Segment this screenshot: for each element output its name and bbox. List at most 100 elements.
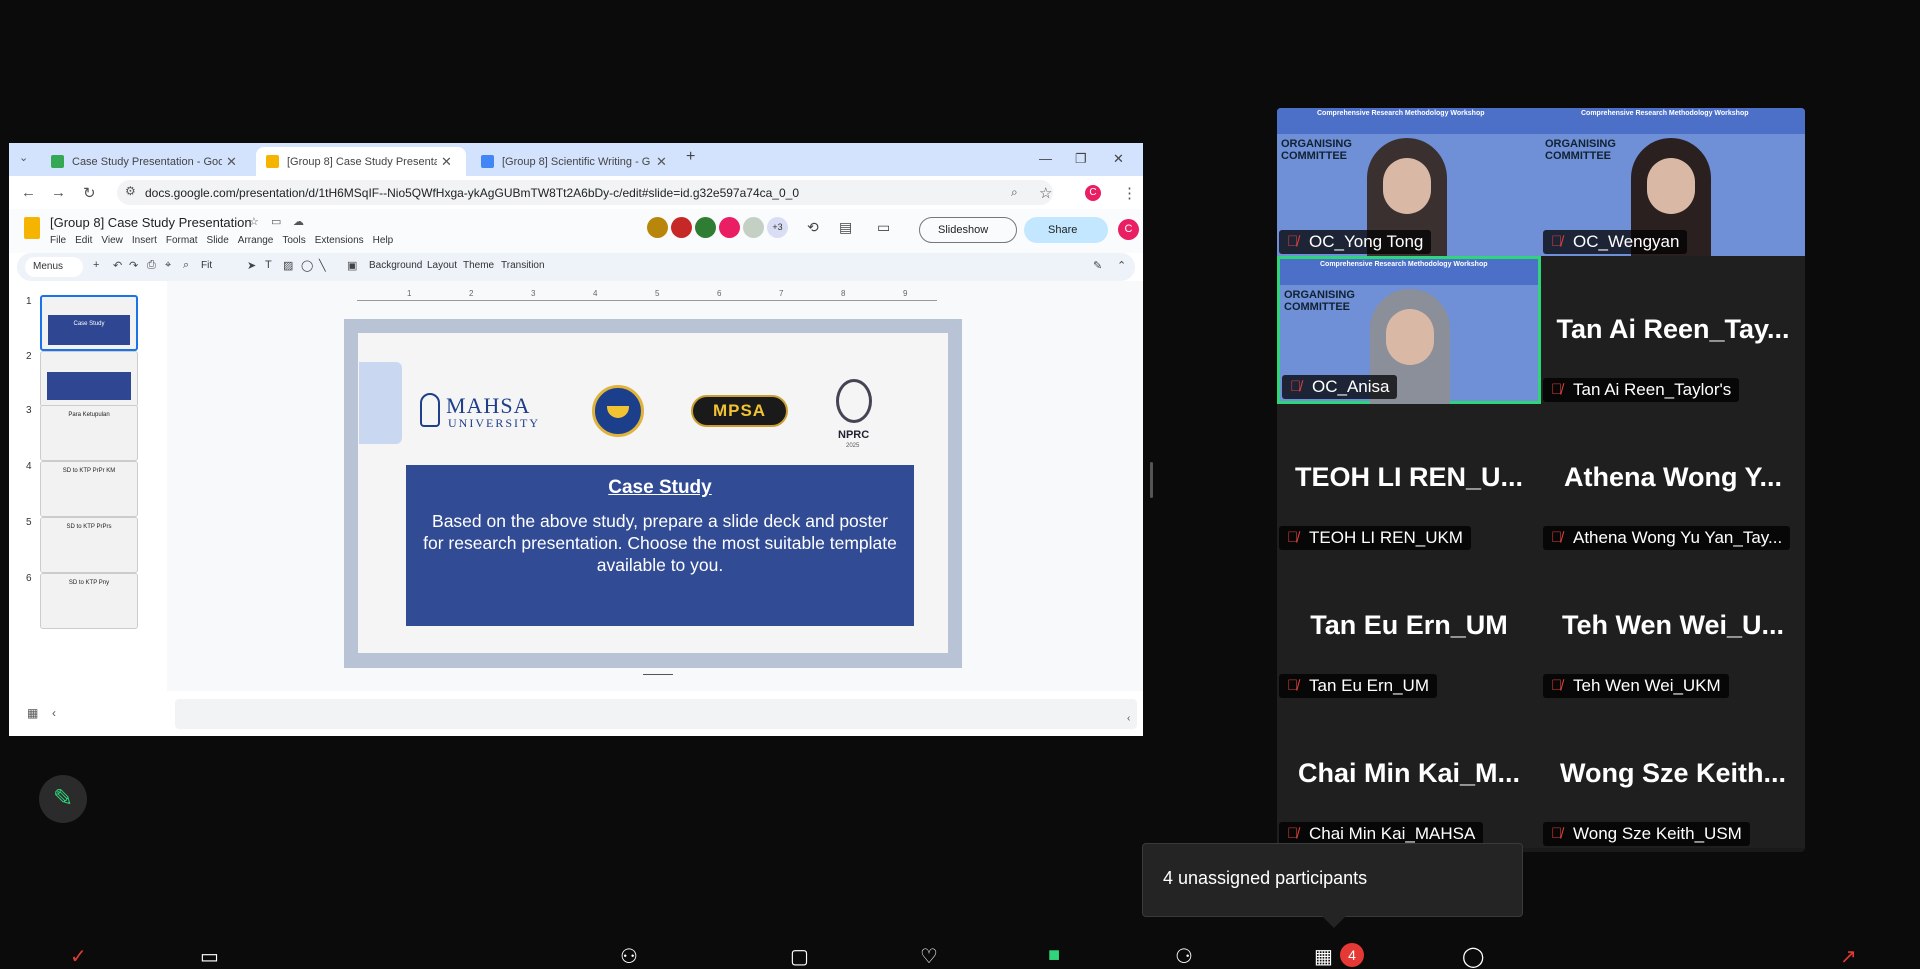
zoom-select[interactable]: Fit xyxy=(201,260,212,271)
pen-mode-icon[interactable]: ✎ xyxy=(1093,259,1102,272)
slide-thumbnail-5[interactable]: SD to KTP PrPrs xyxy=(40,517,138,573)
menu-view[interactable]: View xyxy=(101,235,123,246)
zoom-icon[interactable]: ⌕ xyxy=(183,259,189,272)
share-screen-icon[interactable]: ■ xyxy=(1048,944,1060,967)
new-slide-icon[interactable]: + xyxy=(93,259,99,271)
theme-button[interactable]: Theme xyxy=(463,260,494,271)
collaborator-avatar[interactable] xyxy=(719,217,740,238)
participant-tile[interactable]: Comprehensive Research Methodology Works… xyxy=(1277,108,1541,256)
zoom-icon[interactable]: ⌕ xyxy=(1011,185,1018,200)
comments-icon[interactable]: ▤ xyxy=(839,219,852,236)
leave-icon[interactable]: ↗ xyxy=(1840,944,1857,969)
menu-help[interactable]: Help xyxy=(373,235,394,246)
collaborator-avatar[interactable] xyxy=(671,217,692,238)
slide-canvas[interactable]: 1 2 3 4 5 6 7 8 9 MAHSA UNIVERSITY MPSA NPRC 202… xyxy=(167,281,1143,691)
cloud-status-icon[interactable]: ☁ xyxy=(293,215,304,228)
minimize-icon[interactable]: — xyxy=(1039,151,1052,166)
menu-edit[interactable]: Edit xyxy=(75,235,92,246)
shape-icon[interactable]: ◯ xyxy=(301,259,313,272)
user-avatar[interactable]: C xyxy=(1118,219,1139,240)
mic-icon[interactable]: ✓ xyxy=(70,944,87,969)
close-tab-icon[interactable]: ✕ xyxy=(441,154,452,170)
forward-icon[interactable]: → xyxy=(51,184,66,201)
text-box-icon[interactable]: T xyxy=(265,259,272,271)
participant-tile[interactable]: Teh Wen Wei_U... 🎙̸ Teh Wen Wei_UKM xyxy=(1541,552,1805,700)
slide-thumbnail-6[interactable]: SD to KTP Pny xyxy=(40,573,138,629)
breakout-rooms-icon[interactable]: ▦ xyxy=(1314,944,1333,969)
participant-tile-active-speaker[interactable]: Comprehensive Research Methodology Works… xyxy=(1277,256,1541,407)
participant-tile[interactable]: Comprehensive Research Methodology Works… xyxy=(1541,108,1805,256)
slide-thumbnail-1[interactable]: Case Study xyxy=(40,295,138,351)
tab-group8-scientific-writing[interactable]: [Group 8] Scientific Writing - G ✕ xyxy=(471,147,681,176)
participant-tile[interactable]: Tan Eu Ern_UM 🎙̸ Tan Eu Ern_UM xyxy=(1277,552,1541,700)
layout-button[interactable]: Layout xyxy=(427,260,457,271)
collaborator-avatar[interactable] xyxy=(647,217,668,238)
more-icon[interactable]: ◯ xyxy=(1462,944,1484,969)
menus-search[interactable]: Menus xyxy=(25,257,83,277)
document-title[interactable]: [Group 8] Case Study Presentation xyxy=(50,215,252,230)
select-icon[interactable]: ➤ xyxy=(247,259,256,272)
slideshow-button[interactable]: Slideshow xyxy=(919,217,1017,243)
reload-icon[interactable]: ↻ xyxy=(83,184,96,202)
collaborator-avatar[interactable] xyxy=(695,217,716,238)
tab-case-study-presentation[interactable]: Case Study Presentation - Goo ✕ xyxy=(41,147,253,176)
chat-icon[interactable]: ▢ xyxy=(790,944,809,969)
share-button[interactable]: Share xyxy=(1024,217,1108,243)
speaker-notes-field[interactable] xyxy=(175,699,1137,729)
site-info-icon[interactable]: ⚙ xyxy=(125,184,136,198)
tab-group8-case-study[interactable]: [Group 8] Case Study Presentati ✕ xyxy=(256,147,466,176)
more-collaborators-badge[interactable]: +3 xyxy=(767,217,788,238)
participant-tile[interactable]: Athena Wong Y... 🎙̸ Athena Wong Yu Yan_Ta… xyxy=(1541,404,1805,552)
background-button[interactable]: Background xyxy=(369,260,422,271)
participant-tile[interactable]: Wong Sze Keith... 🎙̸ Wong Sze Keith_USM xyxy=(1541,700,1805,848)
close-window-icon[interactable]: ✕ xyxy=(1113,151,1124,167)
close-tab-icon[interactable]: ✕ xyxy=(226,154,237,170)
slides-logo[interactable] xyxy=(24,217,40,239)
star-icon[interactable]: ☆ xyxy=(249,215,259,228)
back-icon[interactable]: ← xyxy=(21,184,36,201)
slide[interactable]: MAHSA UNIVERSITY MPSA NPRC 2025 Case Stu… xyxy=(358,333,948,653)
redo-icon[interactable]: ↷ xyxy=(129,259,138,272)
menu-file[interactable]: File xyxy=(50,235,66,246)
menu-tools[interactable]: Tools xyxy=(282,235,305,246)
participant-tile[interactable]: Tan Ai Reen_Tay... 🎙̸ Tan Ai Reen_Taylor'… xyxy=(1541,256,1805,404)
apps-icon[interactable]: ⚆ xyxy=(1175,944,1193,969)
video-icon[interactable]: ▭ xyxy=(200,944,219,969)
notes-resize-handle[interactable] xyxy=(643,674,673,675)
collapse-toolbar-icon[interactable]: ⌃ xyxy=(1117,259,1126,272)
transition-button[interactable]: Transition xyxy=(501,260,545,271)
paint-format-icon[interactable]: ⌖ xyxy=(165,259,171,272)
print-icon[interactable]: ⎙ xyxy=(147,259,156,272)
menu-arrange[interactable]: Arrange xyxy=(238,235,274,246)
move-folder-icon[interactable]: ▭ xyxy=(271,215,281,228)
collaborator-avatar[interactable] xyxy=(743,217,764,238)
image-icon[interactable]: ▨ xyxy=(283,259,293,272)
menu-extensions[interactable]: Extensions xyxy=(315,235,364,246)
grid-view-icon[interactable]: ▦ xyxy=(27,706,38,720)
annotate-pen-button[interactable]: ✎ xyxy=(39,775,87,823)
participant-tile[interactable]: Chai Min Kai_M... 🎙̸ Chai Min Kai_MAHSA xyxy=(1277,700,1541,848)
collapse-filmstrip-icon[interactable]: ‹ xyxy=(52,706,56,720)
react-icon[interactable]: ♡ xyxy=(920,944,938,969)
profile-avatar[interactable]: C xyxy=(1085,185,1101,201)
menu-insert[interactable]: Insert xyxy=(132,235,157,246)
comment-icon[interactable]: ▣ xyxy=(347,259,357,272)
version-history-icon[interactable]: ⟲ xyxy=(807,219,819,236)
line-icon[interactable]: ╲ xyxy=(319,259,326,272)
slide-thumbnail-2[interactable] xyxy=(40,351,138,407)
close-tab-icon[interactable]: ✕ xyxy=(656,154,667,170)
url-field[interactable]: ⚙ docs.google.com/presentation/d/1tH6MSq… xyxy=(117,180,1053,205)
kebab-menu-icon[interactable]: ⋮ xyxy=(1122,184,1137,202)
new-tab-icon[interactable]: + xyxy=(686,148,695,166)
tab-list-icon[interactable]: ⌄ xyxy=(19,151,28,164)
share-resize-handle[interactable] xyxy=(1150,462,1153,498)
restore-icon[interactable]: ❐ xyxy=(1075,151,1087,167)
participant-tile[interactable]: TEOH LI REN_U... 🎙̸ TEOH LI REN_UKM xyxy=(1277,404,1541,552)
meet-icon[interactable]: ▭ xyxy=(877,219,890,236)
case-study-box[interactable]: Case Study Based on the above study, pre… xyxy=(406,465,914,626)
slide-thumbnail-3[interactable]: Para Ketupulan xyxy=(40,405,138,461)
menu-slide[interactable]: Slide xyxy=(207,235,229,246)
menu-format[interactable]: Format xyxy=(166,235,198,246)
side-panel-toggle-icon[interactable]: ‹ xyxy=(1127,713,1130,724)
undo-icon[interactable]: ↶ xyxy=(113,259,122,272)
